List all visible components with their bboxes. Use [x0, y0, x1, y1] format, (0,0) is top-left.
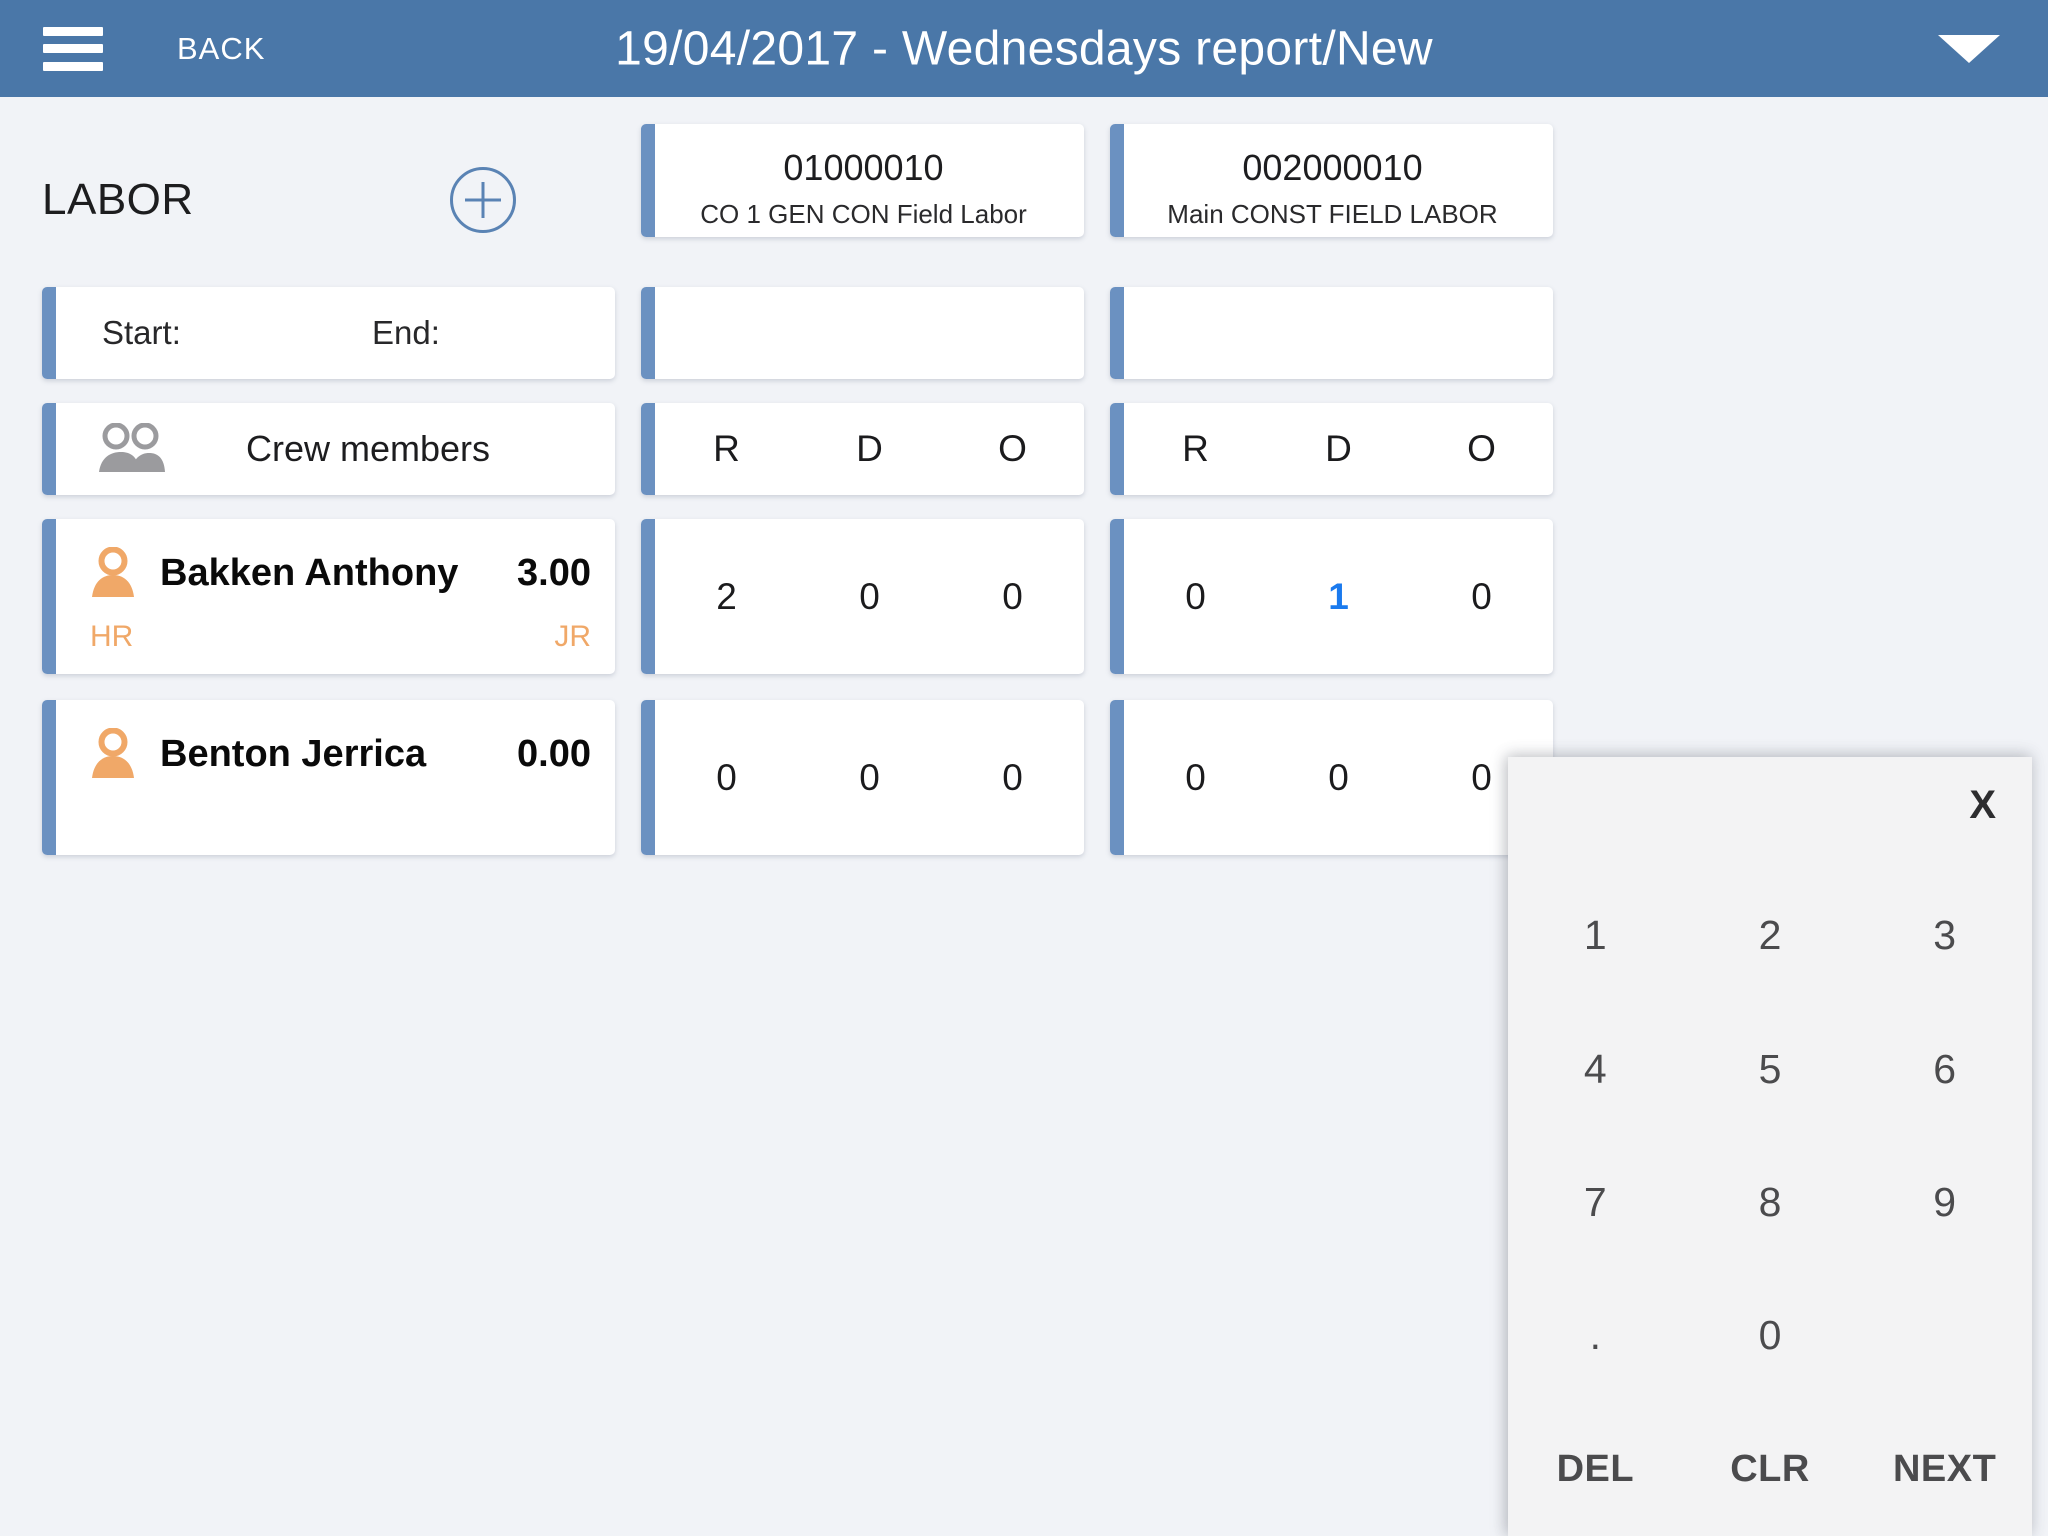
numeric-keypad: X 1 2 3 4 5 6 7 8 9 . 0 DEL CLR NEXT [1508, 757, 2032, 1536]
end-label: End: [372, 314, 440, 351]
keypad-key-5[interactable]: 5 [1683, 1002, 1858, 1135]
worker-hours: 3.00 [517, 551, 591, 594]
worker-row[interactable]: Bakken Anthony 3.00 HR JR [42, 519, 615, 674]
rdo-header-job2: R D O [1110, 403, 1553, 495]
worker-unit-label: HR [90, 620, 134, 653]
start-end-row[interactable]: Start: End: [42, 287, 615, 379]
keypad-key-3[interactable]: 3 [1857, 869, 2032, 1002]
job-column-header[interactable]: 01000010 CO 1 GEN CON Field Labor [641, 124, 1084, 237]
value-cell-o[interactable]: 0 [941, 757, 1084, 799]
rdo-header-job1: R D O [641, 403, 1084, 495]
value-cell-d[interactable]: 0 [798, 576, 941, 618]
rdo-header-o: O [998, 428, 1027, 469]
value-cell-r[interactable]: 0 [1124, 576, 1267, 618]
worker-name: Bakken Anthony [160, 551, 459, 594]
crew-members-row[interactable]: Crew members [42, 403, 615, 495]
keypad-key-8[interactable]: 8 [1683, 1136, 1858, 1269]
keypad-key-6[interactable]: 6 [1857, 1002, 2032, 1135]
start-end-value-job1[interactable] [641, 287, 1084, 379]
start-end-value-job2[interactable] [1110, 287, 1553, 379]
person-icon [90, 546, 136, 599]
page-title: 19/04/2017 - Wednesdays report/New [615, 22, 1433, 75]
rdo-header-r: R [1182, 428, 1209, 469]
value-cell-o[interactable]: 0 [941, 576, 1084, 618]
worker-class-label: JR [554, 620, 591, 653]
keypad-key-empty [1857, 1269, 2032, 1402]
value-cell-d[interactable]: 0 [1267, 757, 1410, 799]
app-header: BACK 19/04/2017 - Wednesdays report/New [0, 0, 2048, 97]
worker-hours: 0.00 [517, 732, 591, 775]
worker-row[interactable]: Benton Jerrica 0.00 [42, 700, 615, 855]
chevron-down-icon[interactable] [1938, 34, 2000, 63]
job-code: 002000010 [1242, 146, 1423, 188]
keypad-key-clr[interactable]: CLR [1683, 1403, 1858, 1536]
value-cell-r[interactable]: 0 [655, 757, 798, 799]
crew-members-label: Crew members [246, 428, 491, 469]
value-cell-o[interactable]: 0 [1410, 576, 1553, 618]
keypad-key-2[interactable]: 2 [1683, 869, 1858, 1002]
job-description: Main CONST FIELD LABOR [1167, 198, 1498, 229]
value-cell-d[interactable]: 1 [1267, 576, 1410, 618]
plus-circle-icon[interactable] [450, 167, 516, 233]
keypad-key-0[interactable]: 0 [1683, 1269, 1858, 1402]
start-label: Start: [102, 314, 181, 351]
people-icon [94, 422, 168, 475]
worker-values-job2[interactable]: 0 0 0 [1110, 700, 1553, 855]
worker-values-job2[interactable]: 0 1 0 [1110, 519, 1553, 674]
labor-section-header: LABOR [42, 150, 612, 250]
keypad-key-4[interactable]: 4 [1508, 1002, 1683, 1135]
rdo-header-r: R [713, 428, 740, 469]
app-root: BACK 19/04/2017 - Wednesdays report/New … [0, 0, 2048, 1536]
value-cell-r[interactable]: 0 [1124, 757, 1267, 799]
worker-values-job1[interactable]: 2 0 0 [641, 519, 1084, 674]
keypad-key-decimal[interactable]: . [1508, 1269, 1683, 1402]
keypad-key-7[interactable]: 7 [1508, 1136, 1683, 1269]
close-icon[interactable]: X [1969, 785, 1996, 825]
worker-values-job1[interactable]: 0 0 0 [641, 700, 1084, 855]
section-title: LABOR [42, 175, 194, 224]
keypad-key-1[interactable]: 1 [1508, 869, 1683, 1002]
rdo-header-d: D [1325, 428, 1352, 469]
job-column-header[interactable]: 002000010 Main CONST FIELD LABOR [1110, 124, 1553, 237]
job-description: CO 1 GEN CON Field Labor [700, 198, 1027, 229]
rdo-header-d: D [856, 428, 883, 469]
keypad-grid: 1 2 3 4 5 6 7 8 9 . 0 DEL CLR NEXT [1508, 869, 2032, 1536]
person-icon [90, 727, 136, 780]
keypad-key-del[interactable]: DEL [1508, 1403, 1683, 1536]
value-cell-r[interactable]: 2 [655, 576, 798, 618]
keypad-key-next[interactable]: NEXT [1857, 1403, 2032, 1536]
rdo-header-o: O [1467, 428, 1496, 469]
keypad-key-9[interactable]: 9 [1857, 1136, 2032, 1269]
worker-name: Benton Jerrica [160, 732, 427, 775]
job-code: 01000010 [783, 146, 944, 188]
value-cell-d[interactable]: 0 [798, 757, 941, 799]
